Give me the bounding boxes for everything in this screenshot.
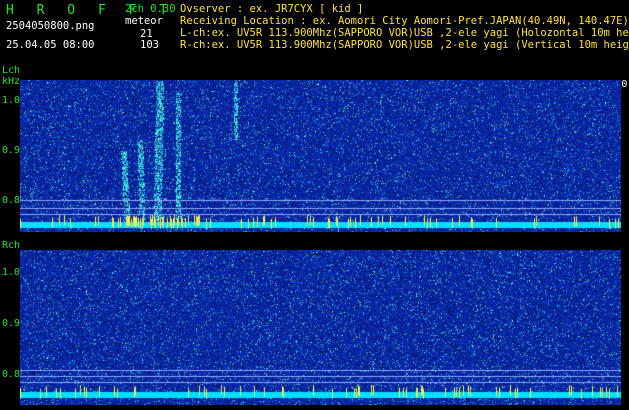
lch-tick-0-9: 0.9 (2, 145, 21, 156)
count-rch: 103 (140, 39, 159, 51)
lch-tick-0-8: 0.8 (2, 195, 21, 206)
rch-tick-1-0: 1.0 (2, 267, 21, 278)
count-lch: 21 (140, 28, 153, 40)
rch-tick-0-8: 0.8 (2, 369, 21, 380)
observer-line: Ovserver : ex. JR7CYX [ kid ] (180, 3, 364, 15)
lch-info-line: L-ch:ex. UV5R 113.900Mhz(SAPPORO VOR)USB… (180, 27, 629, 39)
rch-info-line: R-ch:ex. UV5R 113.900Mhz(SAPPORO VOR)USB… (180, 39, 629, 51)
rch-tick-0-9: 0.9 (2, 318, 21, 329)
filename-label: 2504050800.png (6, 20, 95, 32)
datetime-label: 25.04.05 08:00 (6, 39, 95, 51)
lch-unit: kHz (2, 76, 21, 87)
lch-spectrogram (20, 80, 621, 232)
mode-label: meteor (125, 15, 163, 27)
version-label: 2ch 0.30 (125, 3, 176, 15)
rch-label: Rch (2, 240, 21, 251)
lch-tick-1-0: 1.0 (2, 95, 21, 106)
lch-label: Lch (2, 65, 21, 76)
location-line: Receiving Location : ex. Aomori City Aom… (180, 15, 629, 27)
rch-spectrogram (20, 250, 621, 405)
